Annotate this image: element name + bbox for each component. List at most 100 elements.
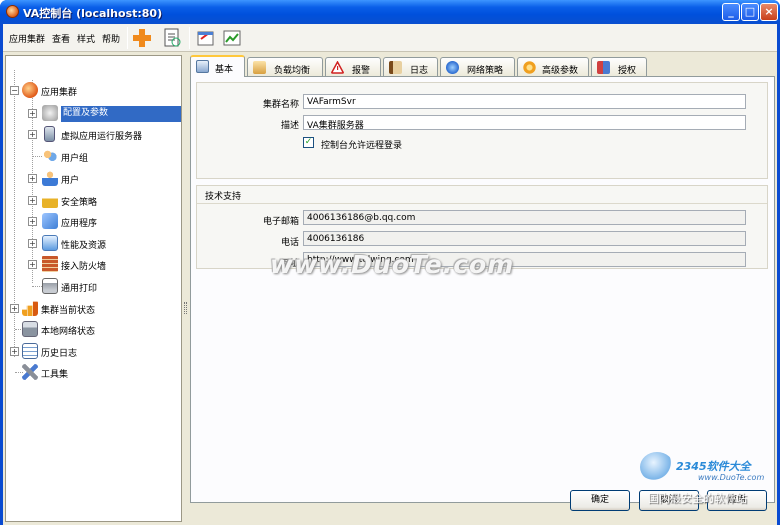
tree-node-config[interactable]: + 配置及参数 (28, 105, 181, 123)
phone-field[interactable]: 4006136186 (303, 231, 746, 246)
tree-node-history-log[interactable]: + 历史日志 (6, 343, 176, 361)
tab-page-basic: 集群名称 VAFarmSvr 描述 VA集群服务器 ✓ 控制台允许远程登录 技术… (190, 76, 775, 503)
chart-icon (223, 30, 241, 46)
remote-login-checkbox[interactable]: ✓ (303, 137, 314, 148)
menu-help[interactable]: 帮助 (102, 32, 120, 45)
ok-button[interactable]: 确定 (570, 490, 630, 511)
printer-icon (42, 278, 58, 294)
brand-url: www.DuoTe.com (698, 473, 765, 482)
tab-label: 授权 (618, 66, 637, 76)
user-icon (42, 170, 58, 186)
minimize-button[interactable]: _ (722, 3, 740, 21)
menu-cluster[interactable]: 应用集群 (9, 32, 45, 45)
tab-license[interactable]: 授权 (591, 57, 647, 77)
tree-node-applications[interactable]: + 应用程序 (28, 213, 181, 231)
mascot-icon (640, 452, 674, 482)
email-label: 电子邮箱 (262, 217, 299, 227)
expand-toggle[interactable]: + (28, 130, 37, 139)
export-button[interactable] (195, 27, 217, 49)
group-divider (197, 203, 767, 204)
tree-node-label: 历史日志 (41, 349, 78, 359)
tree-node-network-status[interactable]: 本地网络状态 (6, 321, 176, 339)
expand-toggle[interactable]: + (28, 196, 37, 205)
chart-button[interactable] (221, 27, 243, 49)
expand-toggle[interactable]: + (28, 260, 37, 269)
navigation-tree[interactable]: − 应用集群 + 配置及参数 + 虚拟应用运行服务器 用户组 + 用户 + 安全… (5, 55, 182, 522)
title-bar[interactable]: VA控制台 (localhost:80) _ □ × (0, 0, 780, 24)
log-book-icon (389, 61, 402, 74)
menu-view[interactable]: 查看 (52, 32, 70, 45)
tree-node-printing[interactable]: 通用打印 (28, 278, 181, 296)
basic-settings-group: 集群名称 VAFarmSvr 描述 VA集群服务器 ✓ 控制台允许远程登录 (196, 82, 768, 179)
expand-toggle[interactable]: + (10, 347, 19, 356)
tab-label: 网络策略 (467, 66, 504, 76)
performance-icon (42, 235, 58, 251)
tab-alarm[interactable]: 报警 (325, 57, 381, 77)
tab-load-balance[interactable]: 负载均衡 (247, 57, 323, 77)
tab-advanced[interactable]: 高级参数 (517, 57, 589, 77)
tree-node-label: 接入防火墙 (61, 262, 107, 272)
tree-node-label: 应用集群 (41, 88, 78, 98)
tree-node-label: 应用程序 (61, 219, 98, 229)
tab-log[interactable]: 日志 (383, 57, 438, 77)
lock-icon (42, 192, 58, 208)
phone-label: 电话 (280, 238, 299, 248)
plus-icon (133, 29, 151, 47)
description-input[interactable]: VA集群服务器 (303, 115, 746, 130)
tree-node-cluster[interactable]: − 应用集群 (6, 82, 176, 100)
license-icon (597, 61, 610, 74)
tree-node-security[interactable]: + 安全策略 (28, 192, 181, 210)
tree-node-servers[interactable]: + 虚拟应用运行服务器 (28, 126, 181, 144)
tree-node-label: 工具集 (41, 370, 69, 380)
toolbar-separator (127, 27, 128, 49)
app-icon (6, 5, 19, 18)
network-icon (22, 321, 38, 337)
collapse-toggle[interactable]: − (10, 86, 19, 95)
remote-login-label: 控制台允许远程登录 (321, 141, 403, 151)
cluster-icon (22, 82, 38, 98)
tree-node-tools[interactable]: 工具集 (6, 364, 176, 382)
expand-toggle[interactable]: + (28, 239, 37, 248)
tree-node-usergroups[interactable]: 用户组 (28, 148, 181, 166)
maximize-button[interactable]: □ (741, 3, 759, 21)
email-field[interactable]: 4006136186@b.qq.com (303, 210, 746, 225)
toolbar-separator (189, 27, 190, 49)
menu-style[interactable]: 样式 (77, 32, 95, 45)
user-group-icon (42, 148, 58, 164)
expand-toggle[interactable]: + (28, 109, 37, 118)
properties-button[interactable] (161, 27, 183, 49)
tab-label: 高级参数 (542, 66, 579, 76)
description-label: 描述 (280, 121, 299, 131)
tree-node-performance[interactable]: + 性能及资源 (28, 235, 181, 253)
tree-node-users[interactable]: + 用户 (28, 170, 181, 188)
close-button[interactable]: × (760, 3, 778, 21)
add-button[interactable] (131, 27, 153, 49)
brand-slogan: 国内最安全的软件站 (648, 492, 747, 505)
tools-icon (22, 364, 38, 380)
tree-guide (32, 156, 42, 157)
expand-toggle[interactable]: + (28, 174, 37, 183)
splitter-grip[interactable] (184, 302, 187, 314)
tab-strip: 基本 负载均衡 报警 日志 网络策略 高级参数 授权 (190, 55, 775, 77)
tree-node-firewall[interactable]: + 接入防火墙 (28, 256, 181, 274)
support-group-title: 技术支持 (205, 192, 242, 202)
panel-splitter[interactable] (183, 55, 189, 522)
log-icon (22, 343, 38, 359)
brand-watermark: 2345软件大全 www.DuoTe.com 国内最安全的软件站 (640, 448, 778, 510)
settings-icon (523, 61, 536, 74)
tree-node-cluster-status[interactable]: + 集群当前状态 (6, 300, 176, 318)
tree-node-label: 性能及资源 (61, 241, 107, 251)
tab-label: 报警 (352, 66, 371, 76)
server-icon (44, 126, 55, 142)
expand-toggle[interactable]: + (10, 304, 19, 313)
tree-node-label: 虚拟应用运行服务器 (61, 132, 143, 142)
tree-guide (32, 286, 42, 287)
tree-node-label: 安全策略 (61, 198, 98, 208)
tab-basic[interactable]: 基本 (190, 55, 245, 77)
tab-network-policy[interactable]: 网络策略 (440, 57, 515, 77)
tree-node-label: 集群当前状态 (41, 306, 96, 316)
firewall-icon (42, 256, 58, 272)
expand-toggle[interactable]: + (28, 217, 37, 226)
export-icon (197, 31, 214, 46)
cluster-name-input[interactable]: VAFarmSvr (303, 94, 746, 109)
